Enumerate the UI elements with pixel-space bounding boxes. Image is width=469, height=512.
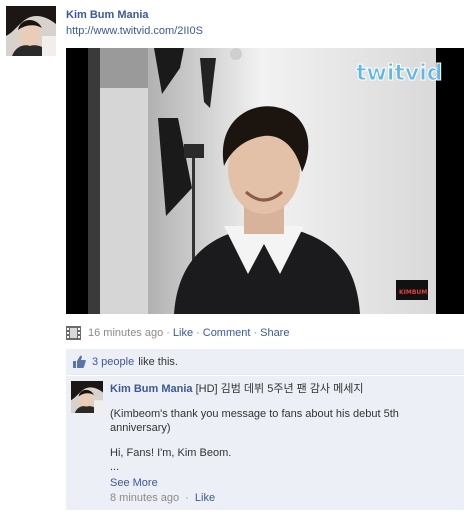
likes-bar: 3 people like this.: [66, 349, 464, 375]
video-frame-image: twitvid KIMBUM: [66, 48, 464, 314]
separator: ·: [253, 327, 258, 339]
commenter-name[interactable]: Kim Bum Mania: [110, 383, 193, 395]
likes-people-link[interactable]: 3 people: [92, 356, 134, 368]
comment-text-inline: [HD] 김범 데뷔 5주년 팬 감사 메세지: [195, 383, 364, 395]
twitvid-watermark: twitvid: [356, 61, 443, 86]
corner-logo: KIMBUM: [399, 289, 427, 296]
commenter-avatar[interactable]: [71, 381, 103, 413]
comment-paragraph: Hi, Fans! I'm, Kim Beom.: [110, 447, 232, 459]
comment-link[interactable]: Comment: [203, 327, 251, 339]
separator: ·: [196, 327, 200, 339]
comment-time[interactable]: 8 minutes ago: [110, 492, 179, 504]
video-player[interactable]: twitvid KIMBUM: [66, 48, 464, 314]
share-link[interactable]: Share: [260, 327, 289, 339]
post-meta: 16 minutes ago · Like · Comment · Share: [66, 325, 289, 341]
likes-text: like this.: [138, 355, 178, 368]
comment-meta: 8 minutes ago · Like: [110, 491, 458, 505]
post-link[interactable]: http://www.twitvid.com/2II0S: [66, 25, 203, 37]
comment-ellipsis: ...: [110, 461, 120, 473]
comment-body: Kim Bum Mania [HD] 김범 데뷔 5주년 팬 감사 메세지 (K…: [110, 382, 458, 505]
comment-like-link[interactable]: Like: [195, 492, 215, 504]
thumbs-up-icon: [72, 355, 86, 369]
poster-avatar[interactable]: [6, 6, 56, 56]
poster-name[interactable]: Kim Bum Mania: [66, 9, 149, 21]
like-link[interactable]: Like: [173, 327, 193, 339]
post-time[interactable]: 16 minutes ago: [88, 327, 163, 339]
see-more-link[interactable]: See More: [110, 477, 158, 489]
film-strip-icon: [66, 326, 81, 340]
comment: Kim Bum Mania [HD] 김범 데뷔 5주년 팬 감사 메세지 (K…: [66, 376, 464, 510]
separator: ·: [166, 327, 170, 339]
comment-paragraph: (Kimbeom's thank you message to fans abo…: [110, 408, 399, 434]
separator: ·: [185, 492, 189, 504]
